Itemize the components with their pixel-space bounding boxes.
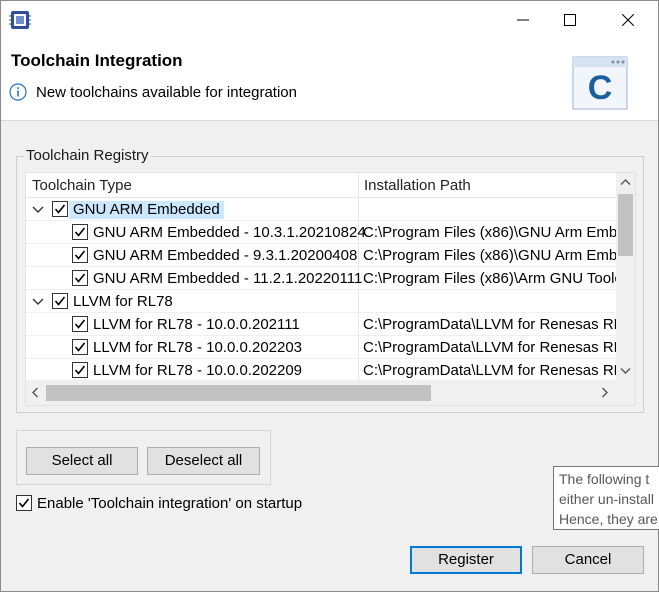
group-checkbox[interactable] [52, 201, 68, 217]
toolchain-registry-label: Toolchain Registry [24, 147, 151, 164]
scroll-down-icon[interactable] [620, 365, 631, 376]
c-file-banner-icon: C [572, 56, 628, 110]
column-header-installation-path[interactable]: Installation Path [364, 177, 471, 194]
column-header-toolchain-type[interactable]: Toolchain Type [32, 177, 132, 194]
banner-letter: C [588, 69, 613, 107]
toolchain-name: LLVM for RL78 - 10.0.0.202203 [93, 339, 303, 356]
vertical-scrollbar[interactable] [616, 173, 635, 380]
checkmark-icon [74, 319, 86, 329]
dialog-header: Toolchain Integration New toolchains ava… [1, 39, 658, 121]
checkmark-icon [74, 365, 86, 375]
tooltip-line: Hence, they are [559, 511, 658, 527]
item-checkbox[interactable] [72, 316, 88, 332]
tree-item-row[interactable]: LLVM for RL78 - 10.0.0.202203 C:\Program… [26, 336, 616, 359]
tooltip-line: either un-install [559, 491, 654, 507]
group-checkbox[interactable] [52, 293, 68, 309]
chevron-down-icon[interactable] [32, 203, 44, 215]
page-title: Toolchain Integration [11, 51, 183, 70]
tree-group-row[interactable]: LLVM for RL78 [26, 290, 616, 313]
register-button[interactable]: Register [410, 546, 522, 574]
app-chip-icon [9, 11, 31, 29]
item-checkbox[interactable] [72, 339, 88, 355]
checkmark-icon [74, 250, 86, 260]
toolchain-name: LLVM for RL78 - 10.0.0.202111 [93, 316, 300, 333]
maximize-button[interactable] [547, 1, 593, 39]
checkmark-icon [18, 498, 30, 508]
installation-path: C:\ProgramData\LLVM for Renesas RL7 [363, 339, 616, 356]
horizontal-scroll-thumb[interactable] [46, 385, 431, 401]
checkmark-icon [54, 296, 66, 306]
installation-path: C:\ProgramData\LLVM for Renesas RL7 [363, 316, 616, 333]
toolchain-name: GNU ARM Embedded - 9.3.1.20200408 [93, 247, 358, 264]
installation-path: C:\Program Files (x86)\GNU Arm Embe [363, 224, 616, 241]
checkmark-icon [74, 342, 86, 352]
item-checkbox[interactable] [72, 247, 88, 263]
close-icon [622, 14, 634, 26]
scroll-right-icon[interactable] [599, 387, 610, 398]
header-message: New toolchains available for integration [36, 84, 297, 101]
tree-item-row[interactable]: GNU ARM Embedded - 11.2.1.20220111 C:\Pr… [26, 267, 616, 290]
tooltip: The following t either un-install Hence,… [553, 466, 659, 530]
tree-group-label: GNU ARM Embedded [69, 201, 224, 219]
toolchain-name: LLVM for RL78 - 10.0.0.202209 [93, 362, 303, 379]
tree-item-row[interactable]: GNU ARM Embedded - 9.3.1.20200408 C:\Pro… [26, 244, 616, 267]
tree-item-row[interactable]: GNU ARM Embedded - 10.3.1.20210824 C:\Pr… [26, 221, 616, 244]
close-window-button[interactable] [605, 1, 651, 39]
minimize-icon [517, 19, 529, 21]
horizontal-scrollbar[interactable] [26, 380, 635, 405]
item-checkbox[interactable] [72, 362, 88, 378]
title-bar [1, 1, 658, 39]
checkmark-icon [74, 227, 86, 237]
enable-on-startup-label[interactable]: Enable 'Toolchain integration' on startu… [37, 495, 302, 512]
toolchain-name: GNU ARM Embedded - 11.2.1.20220111 [93, 270, 363, 287]
cancel-button[interactable]: Cancel [532, 546, 644, 574]
info-icon [9, 83, 27, 101]
maximize-icon [564, 14, 576, 26]
tree-group-label: LLVM for RL78 [73, 293, 173, 310]
checkmark-icon [54, 204, 66, 214]
tooltip-line: The following t [559, 471, 650, 487]
minimize-button[interactable] [500, 1, 546, 39]
item-checkbox[interactable] [72, 224, 88, 240]
toolchain-integration-dialog: Toolchain Integration New toolchains ava… [0, 0, 659, 592]
installation-path: C:\Program Files (x86)\Arm GNU Toolc [363, 270, 616, 287]
deselect-all-button[interactable]: Deselect all [147, 447, 260, 475]
installation-path: C:\Program Files (x86)\GNU Arm Embe [363, 247, 616, 264]
tree-group-row[interactable]: GNU ARM Embedded [26, 198, 616, 221]
enable-on-startup-checkbox[interactable] [16, 495, 32, 511]
scroll-left-icon[interactable] [30, 387, 41, 398]
checkmark-icon [74, 273, 86, 283]
tree-header: Toolchain Type Installation Path [26, 173, 616, 198]
installation-path: C:\ProgramData\LLVM for Renesas RL7 [363, 362, 616, 379]
vertical-scroll-thumb[interactable] [618, 194, 633, 256]
item-checkbox[interactable] [72, 270, 88, 286]
chevron-down-icon[interactable] [32, 295, 44, 307]
scroll-up-icon[interactable] [620, 177, 631, 188]
tree-item-row[interactable]: LLVM for RL78 - 10.0.0.202209 C:\Program… [26, 359, 616, 382]
tree-item-row[interactable]: LLVM for RL78 - 10.0.0.202111 C:\Program… [26, 313, 616, 336]
toolchain-tree-table[interactable]: Toolchain Type Installation Path GNU ARM… [25, 172, 636, 406]
toolchain-name: GNU ARM Embedded - 10.3.1.20210824 [93, 224, 366, 241]
select-all-button[interactable]: Select all [26, 447, 138, 475]
